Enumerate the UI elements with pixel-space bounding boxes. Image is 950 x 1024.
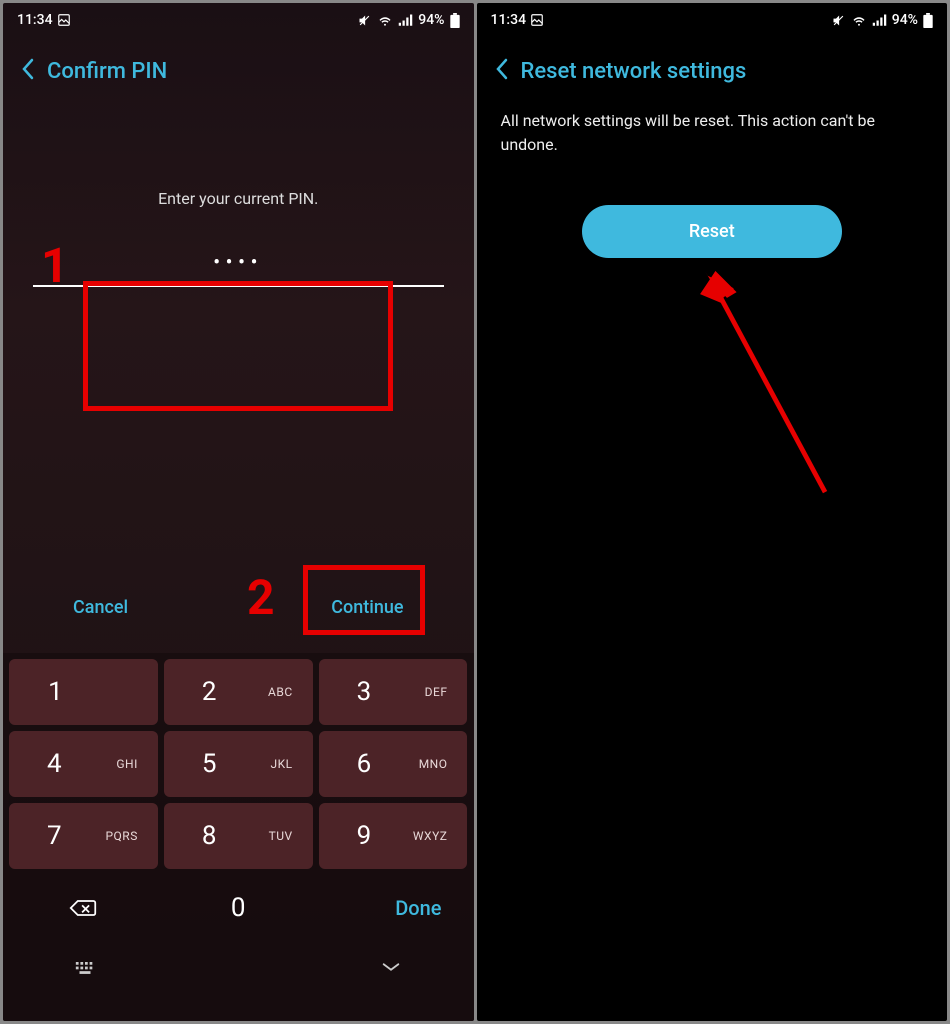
page-title: Confirm PIN — [47, 59, 167, 84]
page-title: Reset network settings — [521, 59, 747, 84]
mute-icon — [357, 13, 372, 28]
done-key[interactable]: Done — [319, 875, 468, 941]
battery-icon — [923, 13, 933, 28]
pin-underline — [33, 285, 444, 287]
key-9[interactable]: 9WXYZ — [319, 803, 468, 869]
cancel-button[interactable]: Cancel — [53, 581, 148, 634]
screen-confirm-pin: 11:34 94% Confirm PIN Ent — [3, 3, 474, 1021]
key-0[interactable]: 0 — [164, 875, 313, 941]
back-icon[interactable] — [21, 57, 35, 85]
gallery-icon — [530, 13, 544, 27]
keyboard-switch-icon[interactable] — [9, 947, 162, 987]
numeric-keypad: 1 2ABC 3DEF 4GHI 5JKL 6MNO 7PQRS 8TUV 9W… — [3, 653, 474, 1021]
key-8[interactable]: 8TUV — [164, 803, 313, 869]
status-bar: 11:34 94% — [477, 3, 948, 33]
key-5[interactable]: 5JKL — [164, 731, 313, 797]
pin-entry-area: Enter your current PIN. •••• — [23, 129, 454, 307]
status-time: 11:34 — [491, 12, 527, 28]
pin-dots: •••• — [23, 252, 454, 273]
status-battery-text: 94% — [892, 12, 918, 28]
wifi-icon — [851, 14, 867, 27]
status-time: 11:34 — [17, 12, 53, 28]
pin-prompt: Enter your current PIN. — [23, 189, 454, 208]
annotation-arrow — [677, 271, 877, 521]
action-row: Cancel Continue — [3, 581, 474, 634]
key-1[interactable]: 1 — [9, 659, 158, 725]
reset-button[interactable]: Reset — [582, 205, 842, 258]
key-6[interactable]: 6MNO — [319, 731, 468, 797]
header: Confirm PIN — [3, 33, 474, 105]
collapse-keyboard-icon[interactable] — [315, 947, 468, 987]
gallery-icon — [57, 13, 71, 27]
wifi-icon — [377, 14, 393, 27]
continue-button[interactable]: Continue — [311, 581, 423, 634]
key-7[interactable]: 7PQRS — [9, 803, 158, 869]
status-bar: 11:34 94% — [3, 3, 474, 33]
back-icon[interactable] — [495, 57, 509, 85]
spacer — [162, 947, 315, 987]
key-2[interactable]: 2ABC — [164, 659, 313, 725]
key-4[interactable]: 4GHI — [9, 731, 158, 797]
battery-icon — [450, 13, 460, 28]
screen-reset-network: 11:34 94% Reset network settings — [477, 3, 948, 1021]
signal-icon — [398, 14, 413, 27]
header: Reset network settings — [477, 33, 948, 105]
key-3[interactable]: 3DEF — [319, 659, 468, 725]
signal-icon — [872, 14, 887, 27]
backspace-key[interactable] — [9, 875, 158, 941]
mute-icon — [831, 13, 846, 28]
status-battery-text: 94% — [418, 12, 444, 28]
reset-description: All network settings will be reset. This… — [501, 109, 924, 157]
